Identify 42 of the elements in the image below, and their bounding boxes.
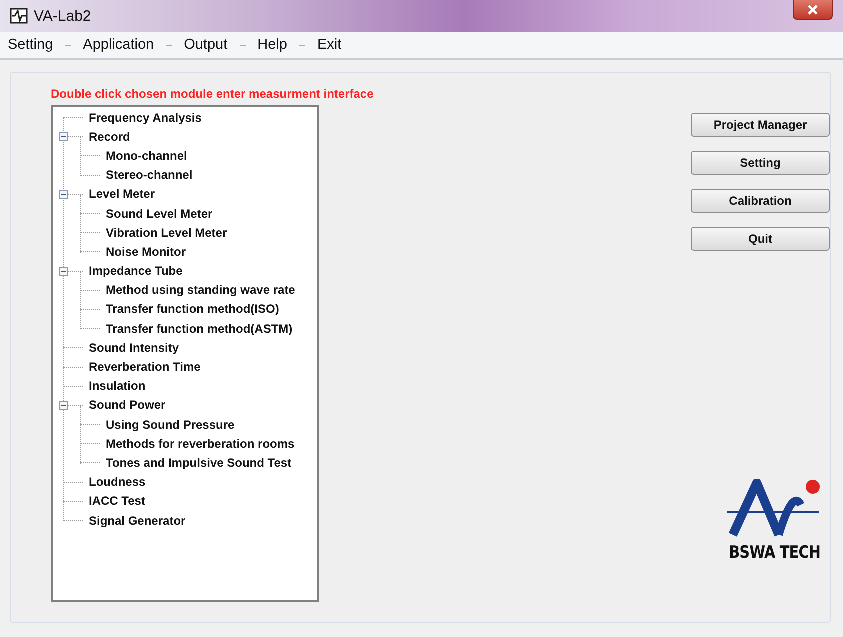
waveform-icon [10, 8, 28, 24]
logo-mark-icon [726, 479, 823, 537]
collapse-icon[interactable] [59, 132, 68, 142]
tree-item[interactable]: Mono-channel [106, 148, 188, 163]
tree-item[interactable]: Sound Power [89, 398, 166, 412]
tree-item[interactable]: Sound Level Meter [106, 206, 213, 221]
tree-item[interactable]: Method using standing wave rate [106, 283, 296, 298]
logo-text: BSWA TECH [729, 543, 821, 563]
tree-item[interactable]: Stereo-channel [106, 168, 193, 182]
close-button[interactable] [793, 0, 833, 20]
tree-item[interactable]: IACC Test [89, 494, 146, 508]
tree-item[interactable]: Signal Generator [89, 514, 186, 528]
tree-item[interactable]: Transfer function method(ASTM) [106, 322, 293, 336]
tree-item[interactable]: Transfer function method(ISO) [106, 302, 280, 316]
tree-item[interactable]: Noise Monitor [106, 244, 186, 259]
action-button[interactable]: Quit [691, 227, 830, 251]
tree-item[interactable]: Record [89, 130, 130, 144]
tree-item[interactable]: Sound Intensity [89, 340, 179, 355]
collapse-icon[interactable] [59, 400, 68, 410]
tree-item[interactable]: Loudness [89, 475, 146, 490]
tree-item[interactable]: Using Sound Pressure [106, 418, 235, 432]
menu-item[interactable]: Exit [317, 37, 342, 53]
action-button[interactable]: Setting [691, 151, 830, 175]
tree-item[interactable]: Frequency Analysis [89, 110, 202, 125]
tree-item[interactable]: Level Meter [89, 187, 156, 202]
action-button[interactable]: Project Manager [691, 113, 830, 137]
window-title: VA-Lab2 [34, 8, 92, 24]
action-button[interactable]: Calibration [691, 189, 830, 213]
tree-item[interactable]: Insulation [89, 379, 146, 394]
menu-item[interactable]: Setting [8, 37, 54, 53]
tree-item[interactable]: Impedance Tube [89, 264, 183, 278]
tree-item[interactable]: Reverberation Time [89, 360, 201, 374]
tree-item[interactable]: Methods for reverberation rooms [106, 436, 295, 451]
collapse-icon[interactable] [59, 266, 68, 276]
tree-item[interactable]: Tones and Impulsive Sound Test [106, 456, 292, 470]
menu-item[interactable]: Output [184, 37, 228, 53]
menu-item[interactable]: Help [258, 37, 288, 53]
instruction-text: Double click chosen module enter measurment interface [51, 87, 375, 103]
close-icon [808, 4, 818, 14]
collapse-icon[interactable] [59, 190, 68, 199]
tree-item[interactable]: Vibration Level Meter [106, 226, 228, 240]
menu-item[interactable]: Application [83, 37, 154, 53]
